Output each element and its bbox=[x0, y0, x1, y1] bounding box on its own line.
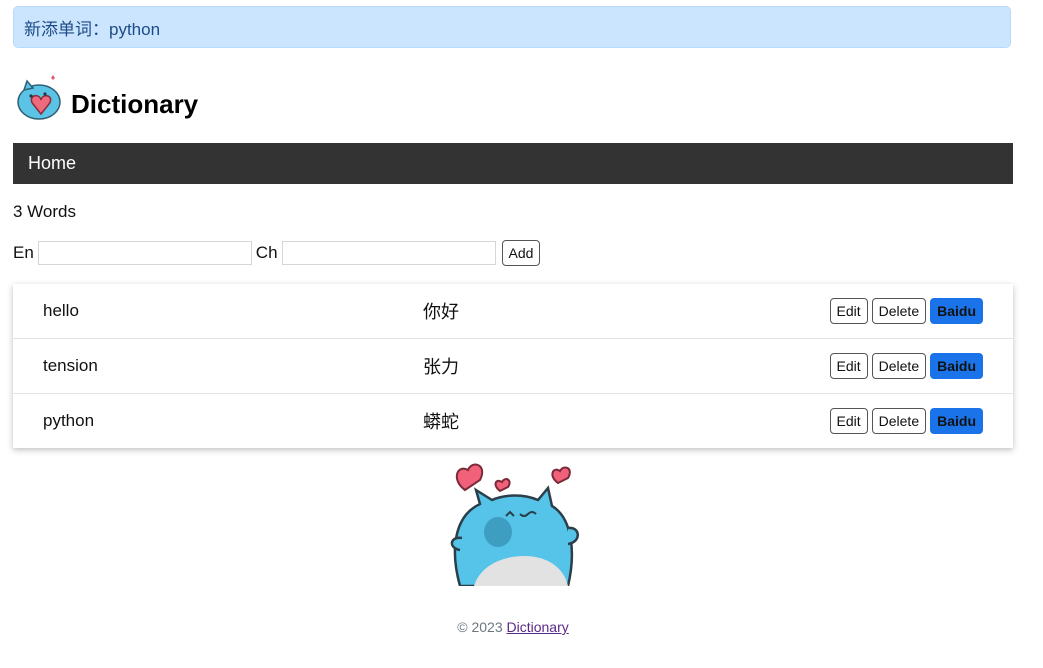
word-ch: 蟒蛇 bbox=[423, 412, 459, 432]
mascot-heart-icon bbox=[17, 75, 61, 120]
word-en: hello bbox=[43, 301, 79, 320]
row-actions: Edit Delete Baidu bbox=[829, 353, 983, 379]
flash-text: 新添单词：python bbox=[24, 19, 161, 39]
site-title: Dictionary bbox=[71, 89, 199, 119]
en-input[interactable] bbox=[37, 241, 252, 265]
delete-button[interactable]: Delete bbox=[871, 353, 927, 379]
site-header: Dictionary bbox=[15, 70, 198, 122]
add-word-form: En Ch Add bbox=[13, 240, 541, 266]
word-ch: 张力 bbox=[423, 357, 459, 377]
word-en: tension bbox=[43, 356, 98, 375]
word-ch: 你好 bbox=[423, 302, 459, 322]
ch-input[interactable] bbox=[281, 241, 496, 265]
table-row: tension 张力 Edit Delete Baidu bbox=[13, 339, 1013, 394]
edit-button[interactable]: Edit bbox=[829, 408, 868, 434]
delete-button[interactable]: Delete bbox=[871, 408, 927, 434]
row-actions: Edit Delete Baidu bbox=[829, 298, 983, 324]
footer: © 2023 Dictionary bbox=[0, 619, 1026, 635]
baidu-button[interactable]: Baidu bbox=[930, 298, 983, 324]
word-en: python bbox=[43, 411, 95, 430]
word-count: 3 Words bbox=[13, 202, 76, 221]
edit-button[interactable]: Edit bbox=[829, 353, 868, 379]
mascot-hearts-image bbox=[450, 463, 579, 586]
add-button[interactable]: Add bbox=[501, 240, 541, 266]
table-row: python 蟒蛇 Edit Delete Baidu bbox=[13, 394, 1013, 448]
navbar: Home bbox=[13, 143, 1013, 184]
word-table: hello 你好 Edit Delete Baidu tension 张力 Ed… bbox=[13, 284, 1013, 448]
footer-dictionary-link[interactable]: Dictionary bbox=[507, 619, 569, 635]
table-row: hello 你好 Edit Delete Baidu bbox=[13, 284, 1013, 339]
baidu-button[interactable]: Baidu bbox=[930, 408, 983, 434]
nav-home-link[interactable]: Home bbox=[13, 153, 76, 174]
ch-label: Ch bbox=[255, 243, 278, 262]
row-actions: Edit Delete Baidu bbox=[829, 408, 983, 434]
delete-button[interactable]: Delete bbox=[871, 298, 927, 324]
en-label: En bbox=[13, 243, 34, 262]
flash-message: 新添单词：python bbox=[13, 6, 1011, 48]
baidu-button[interactable]: Baidu bbox=[930, 353, 983, 379]
edit-button[interactable]: Edit bbox=[829, 298, 868, 324]
footer-copyright: © 2023 bbox=[457, 619, 503, 635]
